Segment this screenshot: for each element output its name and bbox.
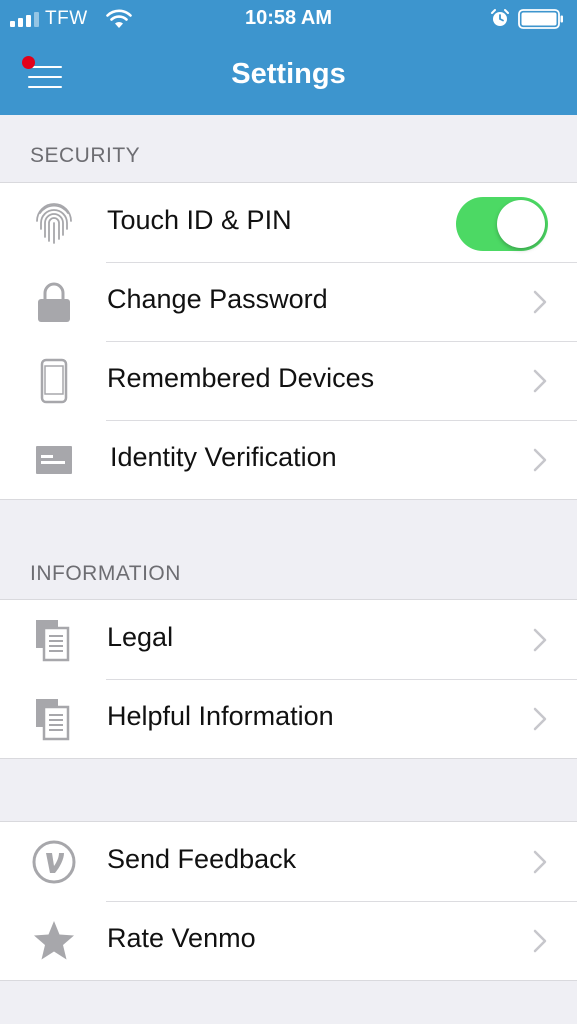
- information-group: Legal Helpful Information: [0, 599, 577, 759]
- settings-row-change-password[interactable]: Change Password: [0, 262, 577, 341]
- settings-row-touch-id[interactable]: Touch ID & PIN: [0, 183, 577, 262]
- id-card-icon: [36, 446, 72, 474]
- phone-icon: [40, 358, 68, 404]
- settings-row-label: Identity Verification: [110, 442, 337, 472]
- chevron-right-icon: [533, 850, 547, 874]
- security-group: Touch ID & PIN Change Password Remembere…: [0, 182, 577, 500]
- section-header-security: SECURITY: [30, 144, 141, 167]
- settings-row-send-feedback[interactable]: Send Feedback: [0, 822, 577, 901]
- settings-row-label: Rate Venmo: [107, 923, 256, 953]
- other-group: Send Feedback Rate Venmo: [0, 821, 577, 981]
- settings-row-label: Legal: [107, 622, 174, 652]
- venmo-logo-icon: [32, 840, 76, 884]
- chevron-right-icon: [533, 929, 547, 953]
- settings-row-helpful-information[interactable]: Helpful Information: [0, 679, 577, 758]
- settings-row-remembered-devices[interactable]: Remembered Devices: [0, 341, 577, 420]
- status-bar: TFW 10:58 AM: [0, 0, 577, 38]
- battery-icon: [518, 9, 563, 29]
- page-title: Settings: [231, 58, 346, 90]
- settings-row-label: Touch ID & PIN: [107, 205, 292, 235]
- settings-row-identity-verification[interactable]: Identity Verification: [0, 420, 577, 499]
- chevron-right-icon: [533, 628, 547, 652]
- settings-row-label: Send Feedback: [107, 844, 297, 874]
- chevron-right-icon: [533, 707, 547, 731]
- settings-row-legal[interactable]: Legal: [0, 600, 577, 679]
- lock-icon: [38, 282, 70, 322]
- fingerprint-icon: [36, 203, 72, 244]
- settings-row-label: Remembered Devices: [107, 363, 375, 393]
- chevron-right-icon: [533, 290, 547, 314]
- section-header-information: INFORMATION: [30, 562, 181, 585]
- chevron-right-icon: [533, 448, 547, 472]
- toggle-knob: [497, 200, 545, 248]
- documents-icon: [36, 620, 70, 662]
- settings-row-label: Helpful Information: [107, 701, 334, 731]
- star-icon: [34, 921, 74, 960]
- documents-icon: [36, 699, 70, 741]
- navigation-header: TFW 10:58 AM Settings: [0, 0, 577, 115]
- settings-row-label: Change Password: [107, 284, 328, 314]
- alarm-icon: [491, 9, 509, 26]
- settings-row-rate-venmo[interactable]: Rate Venmo: [0, 901, 577, 980]
- chevron-right-icon: [533, 369, 547, 393]
- touch-id-toggle[interactable]: [456, 197, 548, 251]
